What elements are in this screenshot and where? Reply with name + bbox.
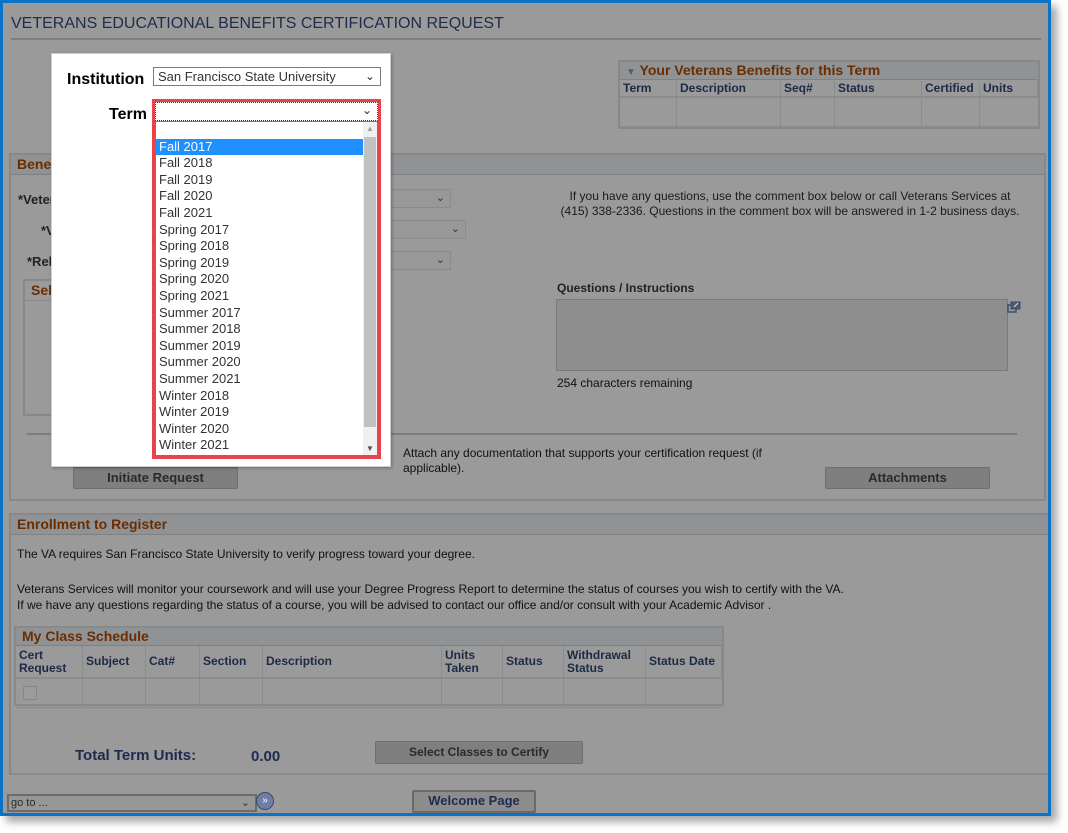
col-units-taken: Units Taken [441,646,503,679]
chevron-down-icon: ⌄ [240,797,250,809]
term-option[interactable]: Summer 2019 [156,338,363,355]
term-option[interactable]: Summer 2020 [156,354,363,371]
term-option[interactable]: Fall 2020 [156,188,363,205]
benefits-summary-table: Term Description Seq# Status Certified U… [620,81,1038,127]
dropdown-scrollbar[interactable]: ▲ ▼ [363,122,377,455]
col-section: Section [199,646,263,679]
term-option[interactable]: Fall 2021 [156,205,363,222]
relationship-select[interactable]: ⌄ [381,251,451,270]
term-select[interactable]: ⌄ [155,102,378,121]
term-option[interactable]: Spring 2017 [156,222,363,239]
enrollment-line1: The VA requires San Francisco State Univ… [17,547,475,561]
class-schedule-title: My Class Schedule [22,628,149,644]
col-status: Status [502,646,564,679]
page-title: VETERANS EDUCATIONAL BENEFITS CERTIFICAT… [11,15,504,32]
chevron-down-icon: ⌄ [450,223,460,235]
benefits-summary-title: Your Veterans Benefits for this Term [639,62,881,78]
questions-label: Questions / Instructions [557,281,695,295]
term-options: Fall 2017 Fall 2018 Fall 2019 Fall 2020 Fall… [156,122,363,454]
benefits-summary-header[interactable]: ▼ Your Veterans Benefits for this Term [620,62,1038,80]
term-option[interactable]: Spring 2020 [156,271,363,288]
term-option[interactable]: Summer 2021 [156,371,363,388]
term-option[interactable]: Fall 2018 [156,155,363,172]
term-option[interactable]: Spring 2021 [156,288,363,305]
term-option[interactable]: Winter 2021 [156,437,363,454]
chevron-down-icon: ⌄ [361,103,372,117]
benefits-summary-panel: ▼ Your Veterans Benefits for this Term T… [618,60,1040,129]
welcome-page-button[interactable]: Welcome Page [412,790,536,813]
term-option[interactable]: Summer 2017 [156,305,363,322]
select-classes-button[interactable]: Select Classes to Certify [375,741,583,764]
collapse-triangle-icon[interactable]: ▼ [626,67,636,78]
term-selection-dialog: Institution San Francisco State Universi… [51,53,391,467]
goto-select[interactable]: go to ... ⌄ [7,794,257,812]
col-cert-request: Cert Request [16,646,83,679]
service-branch-select[interactable]: ⌄ [381,189,451,208]
col-withdrawal-status: Withdrawal Status [563,646,646,679]
expand-textarea-icon[interactable] [1007,300,1021,313]
total-term-units-label: Total Term Units: [75,747,197,764]
col-description: Description [262,646,442,679]
col-seq: Seq# [780,81,835,98]
term-option[interactable]: Winter 2018 [156,388,363,405]
enrollment-line2: Veterans Services will monitor your cour… [17,582,844,596]
chevron-down-icon: ⌄ [435,254,445,266]
term-dropdown-list[interactable]: Fall 2017 Fall 2018 Fall 2019 Fall 2020 Fall… [155,121,378,456]
scrollbar-thumb[interactable] [364,137,376,427]
col-status-date: Status Date [645,646,722,679]
term-label: Term [109,106,147,123]
scroll-up-icon[interactable]: ▲ [366,124,374,133]
institution-label: Institution [67,71,145,88]
col-subject: Subject [82,646,146,679]
col-units: Units [979,81,1038,98]
title-divider [11,38,1041,40]
chevron-down-icon: ⌄ [435,192,445,204]
initiate-request-button[interactable]: Initiate Request [73,467,238,489]
chevron-down-icon: ⌄ [364,69,375,83]
term-option[interactable]: Fall 2019 [156,172,363,189]
attach-text: Attach any documentation that supports y… [403,446,762,475]
class-schedule-table: Cert Request Subject Cat# Section Descri… [16,646,722,708]
term-option[interactable] [156,122,363,139]
total-term-units-value: 0.00 [251,748,281,765]
term-option[interactable]: Winter 2020 [156,421,363,438]
va-education-benefit-select[interactable]: ⌄ [381,220,466,239]
enrollment-title: Enrollment to Register [17,516,168,532]
col-certified: Certified [921,81,980,98]
term-option[interactable]: Fall 2017 [156,138,363,156]
enrollment-line3: If we have any questions regarding the s… [17,598,772,612]
enrollment-header: Enrollment to Register [11,515,1048,535]
scroll-down-icon[interactable]: ▼ [366,444,374,453]
table-row [620,97,1038,127]
term-option[interactable]: Winter 2019 [156,404,363,421]
double-chevron-right-icon[interactable]: » [256,792,274,810]
term-option[interactable]: Spring 2019 [156,255,363,272]
col-description: Description [676,81,781,98]
goto-placeholder: go to ... [11,797,48,809]
help-text: If you have any questions, use the comme… [560,189,1020,218]
app-window: VETERANS EDUCATIONAL BENEFITS CERTIFICAT… [0,0,1051,816]
attachments-button[interactable]: Attachments [825,467,990,489]
cert-request-checkbox[interactable] [23,686,37,700]
col-cat: Cat# [145,646,200,679]
questions-textarea[interactable] [556,299,1008,371]
class-schedule-panel: My Class Schedule Cert Request Subject C… [14,626,724,708]
col-term: Term [620,81,677,98]
chars-remaining: 254 characters remaining [557,376,693,390]
col-status: Status [834,81,922,98]
table-row [16,678,722,708]
institution-value: San Francisco State University [158,69,336,84]
term-option[interactable]: Spring 2018 [156,238,363,255]
class-schedule-header: My Class Schedule [16,628,722,646]
institution-select[interactable]: San Francisco State University ⌄ [153,67,381,86]
enrollment-panel: Enrollment to Register The VA requires S… [9,513,1048,775]
term-option[interactable]: Summer 2018 [156,321,363,338]
